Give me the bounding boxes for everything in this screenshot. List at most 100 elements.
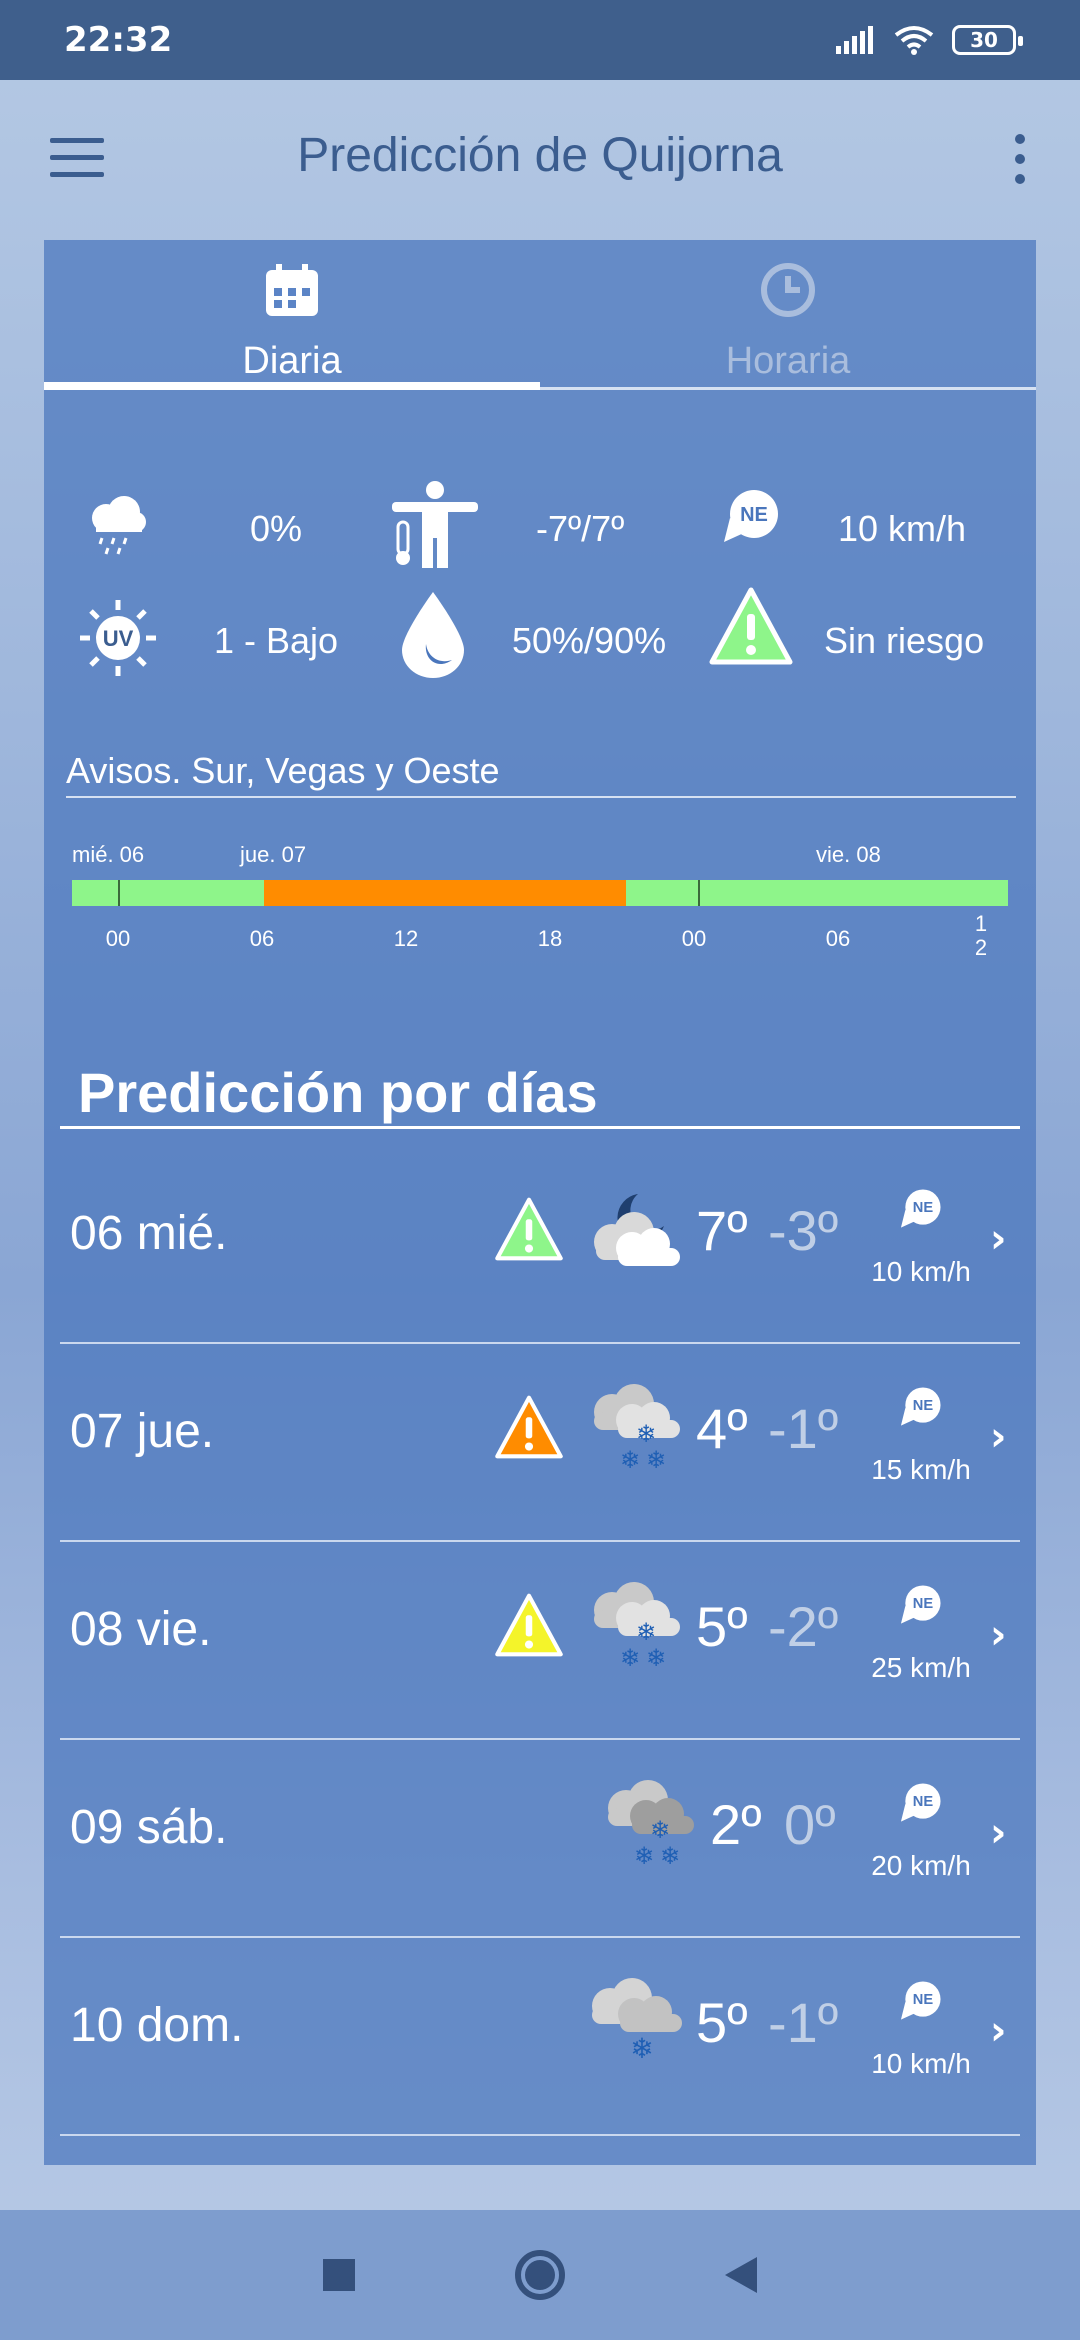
snow-cloud-icon: ❄ ❄ ❄ [594, 1582, 680, 1672]
recents-button[interactable] [323, 2259, 355, 2291]
min-temperature: 0º [784, 1793, 836, 1856]
tab-bar: Diaria Horaria [44, 240, 1036, 390]
wind-direction-icon: NE [724, 490, 778, 542]
svg-text:❄: ❄ [620, 1446, 640, 1474]
uv-index-value: 1 - Bajo [214, 620, 339, 661]
svg-text:❄: ❄ [634, 1842, 654, 1870]
svg-text:❄: ❄ [646, 1644, 666, 1672]
wind-direction-icon: NE [900, 1981, 941, 2020]
timeline-hour: 00 [681, 926, 707, 951]
timeline-hour: 06 [249, 926, 275, 951]
wind-speed: 25 km/h [871, 1652, 971, 1683]
wind-direction-icon: NE [900, 1783, 941, 1822]
day-separator [118, 880, 120, 906]
day-separator [698, 880, 700, 906]
chevron-right-icon: › [990, 1216, 1007, 1262]
summary-row: 0% -7º/7º NE 10 km/h [44, 481, 1036, 612]
app-bar: Predicción de Quijorna [0, 80, 1080, 235]
signal-icon [836, 26, 873, 54]
tab-diaria[interactable]: Diaria [44, 240, 540, 390]
warning-green-icon [709, 587, 793, 665]
warnings-timeline-bar [72, 880, 1008, 906]
humidity-range: 50%/90% [512, 620, 667, 661]
day-forecast-row[interactable]: 06 mié. 7º -3º NE 10 km/h › [60, 1146, 1020, 1344]
svg-text:❄: ❄ [620, 1644, 640, 1672]
max-temperature: 2º [710, 1793, 762, 1856]
battery-icon: 30 [952, 25, 1023, 55]
timeline-date: jue. 07 [240, 842, 307, 867]
snow-cloud-icon: ❄ ❄ ❄ [594, 1384, 680, 1474]
wifi-icon [894, 26, 934, 55]
timeline-date: vie. 08 [816, 842, 881, 867]
status-icons: 30 [836, 25, 1023, 55]
tab-label: Diaria [242, 340, 342, 382]
wind-speed: 10 km/h [838, 508, 967, 549]
page-title: Predicción de Quijorna [297, 129, 783, 182]
avisos-title: Avisos. Sur, Vegas y Oeste [66, 750, 500, 791]
wind-direction-label: NE [913, 1200, 934, 1216]
snow-cloud-icon: ❄ ❄ ❄ [608, 1780, 694, 1870]
svg-text:❄: ❄ [646, 1446, 666, 1474]
home-button[interactable] [515, 2250, 565, 2300]
day-label: 06 mié. [70, 1207, 228, 1260]
wind-direction-label: NE [913, 1398, 934, 1414]
wind-speed: 20 km/h [871, 1850, 971, 1881]
day-label: 07 jue. [70, 1405, 215, 1458]
timeline-hour: 12 [393, 926, 419, 951]
summary-row: UV 1 - Bajo 50%/90% Sin riesgo [44, 587, 1036, 724]
avisos-divider [66, 796, 1016, 798]
system-navigation-bar [0, 2210, 1080, 2340]
min-temperature: -1º [768, 1397, 839, 1460]
chevron-right-icon: › [990, 1612, 1007, 1658]
status-bar: 22:32 30 [0, 0, 1080, 80]
timeline-hour: 1 2 [974, 911, 988, 960]
tab-horaria[interactable]: Horaria [540, 240, 1036, 390]
rain-probability: 0% [250, 508, 303, 549]
timeline-date: mié. 06 [72, 842, 145, 867]
max-temperature: 7º [696, 1199, 748, 1262]
orange-warning-segment [264, 880, 626, 906]
day-forecast-row[interactable]: 07 jue. ❄ ❄ ❄ 4º -1º NE 15 km/h › [60, 1344, 1020, 1542]
warning-green-icon [495, 1197, 563, 1261]
max-temperature: 5º [696, 1595, 748, 1658]
day-forecast-row[interactable]: 10 dom. ❄ 5º -1º NE 10 km/h › [60, 1938, 1020, 2136]
chevron-right-icon: › [990, 2008, 1007, 2054]
more-options-button[interactable] [1010, 134, 1030, 184]
wind-direction-icon: NE [900, 1189, 941, 1228]
timeline-hour: 00 [105, 926, 131, 951]
day-label: 10 dom. [70, 1999, 244, 2052]
svg-text:❄: ❄ [650, 1816, 670, 1844]
tab-indicator [44, 382, 540, 390]
wind-direction-icon: NE [900, 1585, 941, 1624]
cloud-moon-icon [594, 1194, 680, 1266]
humidity-drop-icon [402, 592, 464, 678]
section-divider [60, 1126, 1020, 1129]
feels-like-person-icon [392, 481, 478, 568]
wind-direction-icon: NE [900, 1387, 941, 1426]
back-button[interactable] [725, 2257, 757, 2293]
forecast-card: Diaria Horaria 0% -7º/7º NE 10 km/h UV 1… [44, 240, 1036, 2165]
svg-text:❄: ❄ [660, 1842, 680, 1870]
uv-icon-text: UV [103, 626, 134, 651]
row-divider [60, 2134, 1020, 2136]
wind-direction-label: NE [913, 1596, 934, 1612]
max-temperature: 4º [696, 1397, 748, 1460]
clock-icon [761, 263, 815, 317]
warning-yellow-icon [495, 1593, 563, 1657]
forecast-section-title: Predicción por días [78, 1061, 598, 1124]
day-label: 09 sáb. [70, 1801, 228, 1854]
chevron-right-icon: › [990, 1414, 1007, 1460]
risk-level: Sin riesgo [824, 620, 985, 661]
timeline-hour: 18 [537, 926, 563, 951]
temperature-range: -7º/7º [536, 508, 625, 549]
chevron-right-icon: › [990, 1810, 1007, 1856]
svg-text:❄: ❄ [630, 2032, 653, 2065]
timeline-hour: 06 [825, 926, 851, 951]
wind-direction-label: NE [740, 504, 768, 526]
min-temperature: -1º [768, 1991, 839, 2054]
day-forecast-row[interactable]: 08 vie. ❄ ❄ ❄ 5º -2º NE 25 km/h › [60, 1542, 1020, 1740]
day-forecast-row[interactable]: 09 sáb. ❄ ❄ ❄ 2º 0º NE 20 km/h › [60, 1740, 1020, 1938]
wind-direction-label: NE [913, 1794, 934, 1810]
wind-speed: 15 km/h [871, 1454, 971, 1485]
calendar-icon [266, 264, 318, 316]
